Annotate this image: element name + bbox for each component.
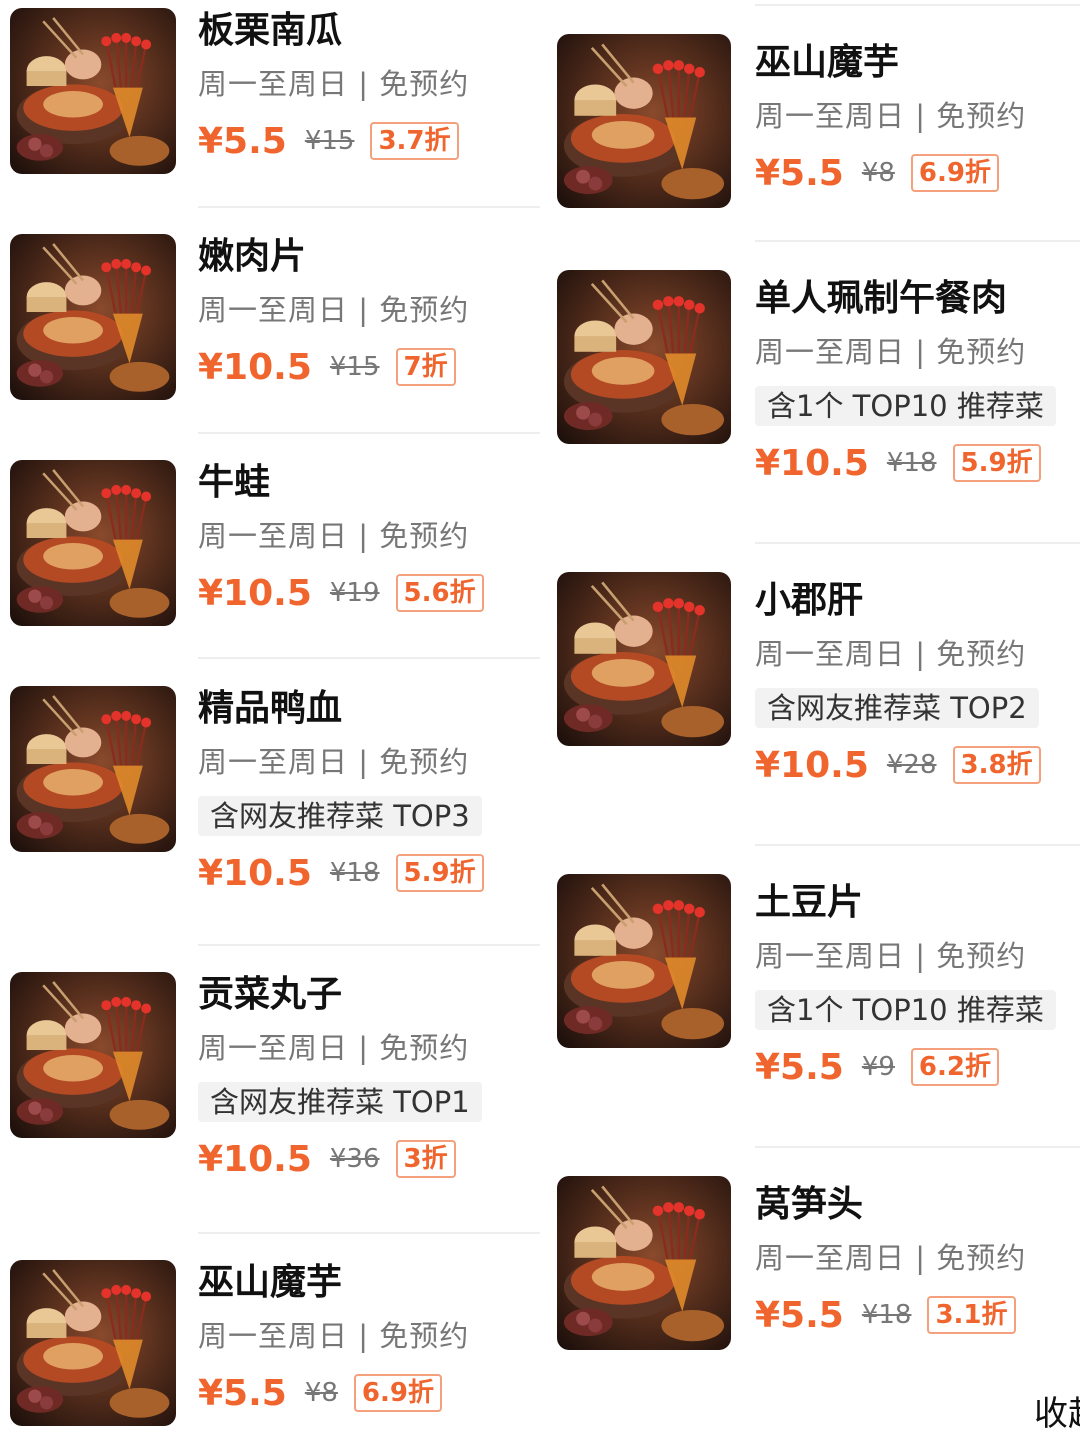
availability-text: 周一至周日 | 免预约	[198, 519, 470, 553]
availability-text: 周一至周日 | 免预约	[198, 67, 470, 101]
hotpot-photo-icon	[10, 460, 176, 626]
availability-text: 周一至周日 | 免预约	[198, 1031, 470, 1065]
discount-badge: 5.9折	[952, 444, 1041, 482]
hotpot-photo-icon	[557, 1176, 731, 1350]
divider	[755, 1146, 1080, 1148]
divider	[198, 432, 540, 434]
dish-image[interactable]	[557, 270, 731, 444]
dish-image[interactable]	[10, 8, 176, 174]
original-price: ¥18	[886, 448, 937, 478]
hotpot-photo-icon	[10, 234, 176, 400]
current-price: ¥5.5	[198, 1372, 287, 1414]
dish-image[interactable]	[557, 572, 731, 746]
discount-badge: 6.9折	[910, 154, 999, 192]
divider	[198, 1232, 540, 1234]
dish-image[interactable]	[557, 1176, 731, 1350]
original-price: ¥18	[329, 858, 380, 888]
dish-name: 单人珮制午餐肉	[755, 278, 1008, 319]
dish-image[interactable]	[10, 460, 176, 626]
discount-badge: 3折	[395, 1140, 456, 1178]
dish-name: 牛蛙	[198, 462, 271, 503]
hotpot-photo-icon	[557, 34, 731, 208]
divider	[198, 657, 540, 659]
hotpot-photo-icon	[10, 1260, 176, 1426]
discount-badge: 3.7折	[370, 122, 459, 160]
discount-badge: 3.1折	[927, 1296, 1016, 1334]
availability-text: 周一至周日 | 免预约	[198, 1319, 470, 1353]
current-price: ¥5.5	[198, 120, 287, 162]
original-price: ¥36	[329, 1144, 380, 1174]
current-price: ¥10.5	[198, 572, 312, 614]
recommend-tag: 含1个 TOP10 推荐菜	[755, 990, 1056, 1030]
availability-text: 周一至周日 | 免预约	[755, 637, 1027, 671]
hotpot-photo-icon	[557, 874, 731, 1048]
original-price: ¥15	[304, 126, 355, 156]
availability-text: 周一至周日 | 免预约	[198, 745, 470, 779]
divider	[755, 844, 1080, 846]
current-price: ¥10.5	[755, 442, 869, 484]
current-price: ¥10.5	[755, 744, 869, 786]
discount-badge: 3.8折	[952, 746, 1041, 784]
hotpot-photo-icon	[557, 270, 731, 444]
collapse-button[interactable]: 收起	[1034, 1386, 1080, 1435]
original-price: ¥8	[304, 1378, 338, 1408]
original-price: ¥15	[329, 352, 380, 382]
dish-name: 精品鸭血	[198, 688, 343, 729]
original-price: ¥18	[861, 1300, 912, 1330]
dish-image[interactable]	[10, 1260, 176, 1426]
dish-name: 贡菜丸子	[198, 974, 343, 1015]
original-price: ¥8	[861, 158, 895, 188]
current-price: ¥5.5	[755, 1294, 844, 1336]
original-price: ¥28	[886, 750, 937, 780]
current-price: ¥10.5	[198, 852, 312, 894]
recommend-tag: 含1个 TOP10 推荐菜	[755, 386, 1056, 426]
divider	[198, 206, 540, 208]
hotpot-photo-icon	[10, 686, 176, 852]
availability-text: 周一至周日 | 免预约	[755, 99, 1027, 133]
recommend-tag: 含网友推荐菜 TOP2	[755, 688, 1039, 728]
discount-badge: 6.2折	[910, 1048, 999, 1086]
dish-image[interactable]	[557, 34, 731, 208]
discount-badge: 7折	[395, 348, 456, 386]
dish-image[interactable]	[10, 234, 176, 400]
dish-name: 巫山魔芋	[755, 42, 900, 83]
availability-text: 周一至周日 | 免预约	[755, 939, 1027, 973]
original-price: ¥19	[329, 578, 380, 608]
hotpot-photo-icon	[10, 972, 176, 1138]
recommend-tag: 含网友推荐菜 TOP3	[198, 796, 482, 836]
hotpot-photo-icon	[10, 8, 176, 174]
dish-image[interactable]	[10, 972, 176, 1138]
divider	[755, 542, 1080, 544]
dish-name: 嫩肉片	[198, 236, 307, 277]
hotpot-photo-icon	[557, 572, 731, 746]
original-price: ¥9	[861, 1052, 895, 1082]
discount-badge: 6.9折	[353, 1374, 442, 1412]
discount-badge: 5.6折	[395, 574, 484, 612]
recommend-tag: 含网友推荐菜 TOP1	[198, 1082, 482, 1122]
dish-name: 巫山魔芋	[198, 1262, 343, 1303]
availability-text: 周一至周日 | 免预约	[755, 335, 1027, 369]
current-price: ¥5.5	[755, 1046, 844, 1088]
dish-name: 小郡肝	[755, 580, 864, 621]
dish-name: 土豆片	[755, 882, 864, 923]
dish-name: 板栗南瓜	[198, 10, 343, 51]
availability-text: 周一至周日 | 免预约	[198, 293, 470, 327]
current-price: ¥10.5	[198, 346, 312, 388]
divider	[755, 240, 1080, 242]
discount-badge: 5.9折	[395, 854, 484, 892]
divider	[755, 4, 1080, 6]
current-price: ¥10.5	[198, 1138, 312, 1180]
current-price: ¥5.5	[755, 152, 844, 194]
dish-name: 莴笋头	[755, 1184, 864, 1225]
availability-text: 周一至周日 | 免预约	[755, 1241, 1027, 1275]
dish-image[interactable]	[10, 686, 176, 852]
dish-image[interactable]	[557, 874, 731, 1048]
divider	[198, 944, 540, 946]
